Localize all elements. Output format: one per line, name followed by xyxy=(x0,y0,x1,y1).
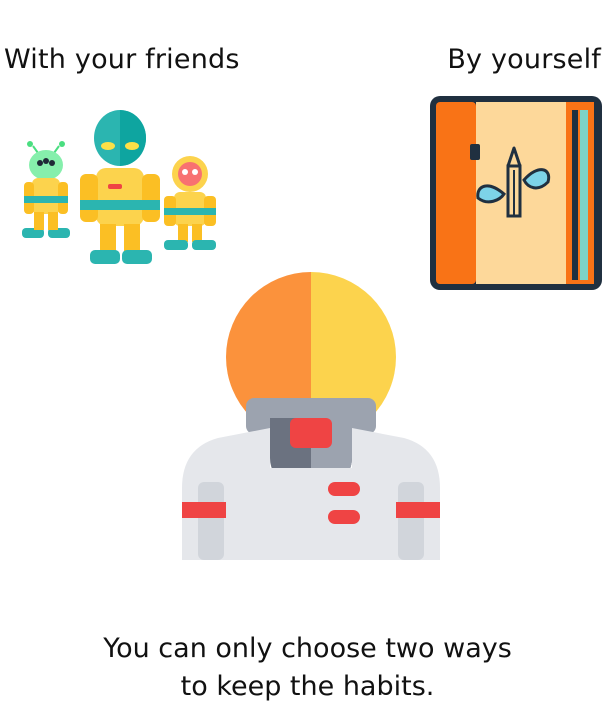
astronaut-icon xyxy=(182,272,440,560)
alien-group-icon xyxy=(22,110,216,264)
caption-line-2: to keep the habits. xyxy=(180,671,435,702)
alien-small-left xyxy=(22,141,70,238)
alien-helmet-right xyxy=(164,156,216,250)
caption: You can only choose two ways to keep the… xyxy=(0,630,615,706)
caption-line-1: You can only choose two ways xyxy=(103,633,512,664)
alien-tall-center xyxy=(80,110,160,264)
notebook-pencil-icon xyxy=(430,96,602,290)
friends-option-label: With your friends xyxy=(4,44,240,75)
self-option-label: By yourself xyxy=(447,44,601,75)
pencil-icon xyxy=(506,146,522,218)
